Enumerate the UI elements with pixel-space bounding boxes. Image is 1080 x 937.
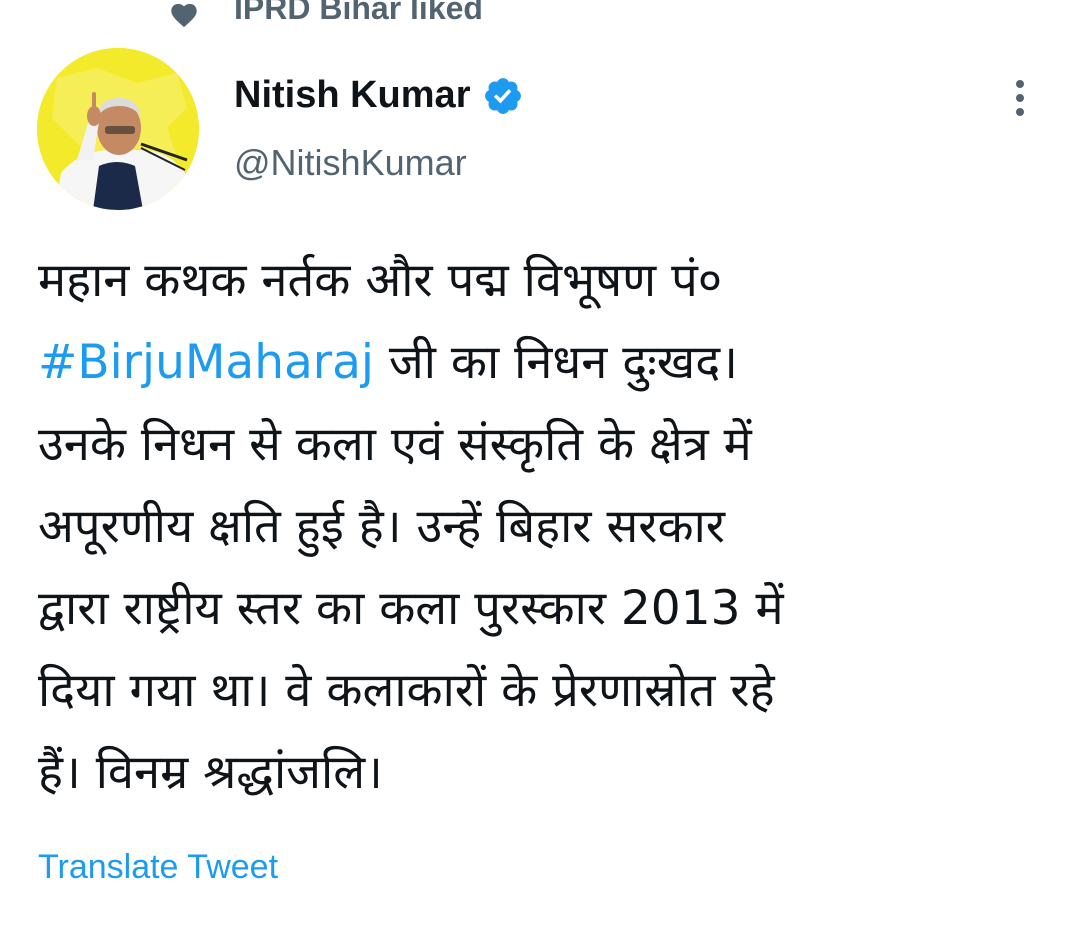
tweet-line: द्वारा राष्ट्रीय स्तर का कला पुरस्कार 20… xyxy=(38,568,1048,650)
tweet-text-segment: दिया गया था। वे कलाकारों के प्रेरणास्रोत… xyxy=(38,663,775,718)
more-vertical-icon[interactable] xyxy=(1006,78,1034,118)
author-handle[interactable]: @NitishKumar xyxy=(234,142,467,184)
author-name-text[interactable]: Nitish Kumar xyxy=(234,74,470,117)
tweet-line: अपूरणीय क्षति हुई है। उन्हें बिहार सरकार xyxy=(38,486,1048,568)
tweet-text: महान कथक नर्तक और पद्म विभूषण पं० #Birju… xyxy=(38,240,1048,814)
liked-by-text[interactable]: IPRD Bihar liked xyxy=(234,0,483,27)
tweet-text-segment: अपूरणीय क्षति हुई है। उन्हें बिहार सरकार xyxy=(38,499,725,554)
tweet-text-segment: जी का निधन दुःखद। xyxy=(373,335,738,390)
author-display-name[interactable]: Nitish Kumar xyxy=(234,74,524,117)
translate-tweet-link[interactable]: Translate Tweet xyxy=(38,848,278,887)
avatar[interactable] xyxy=(37,48,199,210)
hashtag-link[interactable]: #BirjuMaharaj xyxy=(38,335,374,390)
tweet-line: #BirjuMaharaj जी का निधन दुःखद। xyxy=(38,322,1048,404)
tweet-text-segment: द्वारा राष्ट्रीय स्तर का कला पुरस्कार 20… xyxy=(38,581,784,636)
social-context-row: IPRD Bihar liked xyxy=(0,0,1080,40)
heart-icon xyxy=(171,3,197,28)
tweet-line: हैं। विनम्र श्रद्धांजलि। xyxy=(38,732,1048,814)
tweet-line: उनके निधन से कला एवं संस्कृति के क्षेत्र… xyxy=(38,404,1048,486)
tweet-text-segment: उनके निधन से कला एवं संस्कृति के क्षेत्र… xyxy=(38,417,752,472)
tweet-line: महान कथक नर्तक और पद्म विभूषण पं० xyxy=(38,240,1048,322)
tweet-line: दिया गया था। वे कलाकारों के प्रेरणास्रोत… xyxy=(38,650,1048,732)
verified-badge-icon xyxy=(485,77,522,114)
tweet-text-segment: महान कथक नर्तक और पद्म विभूषण पं० xyxy=(38,253,723,308)
tweet-text-segment: हैं। विनम्र श्रद्धांजलि। xyxy=(38,745,383,800)
